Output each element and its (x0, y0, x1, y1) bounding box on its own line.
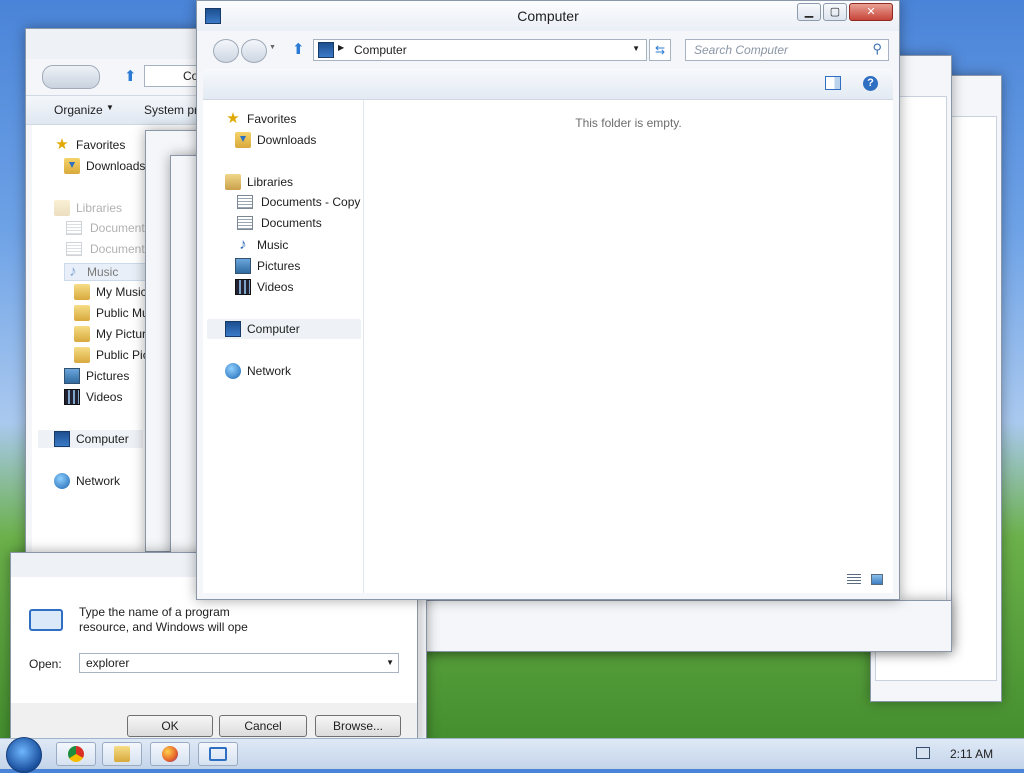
back-up-icon[interactable]: ⬆ (124, 67, 137, 85)
back-nav-public-pictures[interactable]: Public Pic (74, 347, 149, 363)
system-properties-button[interactable]: System pr (144, 103, 198, 117)
folder-icon (74, 305, 90, 321)
run-open-input[interactable]: explorer ▼ (79, 653, 399, 673)
organize-menu[interactable]: Organize (54, 103, 103, 117)
run-description-1: Type the name of a program (79, 605, 230, 619)
maximize-button[interactable]: ▢ (823, 3, 847, 21)
run-icon (29, 609, 63, 631)
computer-window: Computer ▁ ▢ ✕ ▼ ⬆ ▶ Computer ▼ ⇆ Search… (196, 0, 900, 600)
computer-icon (54, 431, 70, 447)
up-icon[interactable]: ⬆ (292, 40, 305, 58)
back-nav-downloads[interactable]: Downloads (64, 158, 145, 174)
ok-button[interactable]: OK (127, 715, 213, 737)
nav-computer[interactable]: Computer (207, 319, 361, 339)
run-icon (209, 747, 227, 761)
downloads-folder-icon (235, 132, 251, 148)
search-input[interactable]: Search Computer ⚲ (685, 39, 889, 61)
organize-chevron-icon: ▼ (106, 103, 114, 112)
pictures-icon (64, 368, 80, 384)
refresh-button[interactable]: ⇆ (649, 39, 671, 61)
videos-icon (64, 389, 80, 405)
history-chevron-icon[interactable]: ▼ (269, 44, 276, 51)
star-icon: ★ (226, 110, 240, 127)
taskbar-run[interactable] (198, 742, 238, 766)
back-nav-computer[interactable]: Computer (38, 430, 143, 448)
preview-pane-icon[interactable] (825, 76, 841, 90)
nav-libraries[interactable]: Libraries (225, 174, 293, 190)
minimize-button[interactable]: ▁ (797, 3, 821, 21)
chrome-icon (68, 746, 84, 762)
star-icon: ★ (55, 136, 69, 153)
nav-favorites[interactable]: ★ Favorites (225, 111, 296, 127)
document-icon (66, 242, 82, 256)
nav-downloads[interactable]: Downloads (235, 132, 316, 148)
music-icon: ♪ (239, 236, 247, 253)
nav-documents-copy[interactable]: Documents - Copy (235, 195, 360, 209)
folder-icon (114, 746, 130, 762)
forward-button[interactable] (241, 39, 267, 63)
document-icon (237, 216, 253, 230)
network-icon (54, 473, 70, 489)
back-nav-my-music[interactable]: My Music (74, 284, 147, 300)
close-button[interactable]: ✕ (849, 3, 893, 21)
back-nav-favorites[interactable]: ★ Favorites (54, 137, 125, 153)
back-nav-public-music[interactable]: Public Mu (74, 305, 149, 321)
nav-documents[interactable]: Documents (235, 216, 322, 230)
computer-icon (225, 321, 241, 337)
address-dropdown-icon[interactable]: ▼ (632, 44, 640, 53)
pictures-icon (235, 258, 251, 274)
back-nav-pictures[interactable]: Pictures (64, 368, 129, 384)
back-nav-buttons[interactable] (42, 65, 100, 89)
address-computer-icon (318, 42, 334, 58)
command-bar (203, 69, 893, 100)
document-icon (66, 221, 82, 235)
firefox-icon (162, 746, 178, 762)
back-nav-videos[interactable]: Videos (64, 389, 122, 405)
taskbar: 2:11 AM (0, 737, 1024, 773)
music-icon: ♪ (69, 263, 77, 280)
back-nav-my-pictures[interactable]: My Pictur (74, 326, 146, 342)
back-button[interactable] (213, 39, 239, 63)
back-nav-network[interactable]: Network (54, 473, 120, 489)
run-description-2: resource, and Windows will ope (79, 620, 248, 634)
dropdown-arrow-icon[interactable]: ▼ (386, 654, 394, 672)
taskbar-explorer[interactable] (102, 742, 142, 766)
breadcrumb-chevron-icon[interactable]: ▶ (338, 43, 344, 52)
downloads-folder-icon (64, 158, 80, 174)
document-icon (237, 195, 253, 209)
nav-pictures[interactable]: Pictures (235, 258, 300, 274)
folder-icon (74, 284, 90, 300)
back-nav-libraries[interactable]: Libraries (54, 200, 122, 216)
nav-network[interactable]: Network (225, 363, 291, 379)
folder-icon (74, 326, 90, 342)
content-area (364, 100, 893, 593)
taskbar-firefox[interactable] (150, 742, 190, 766)
nav-videos[interactable]: Videos (235, 279, 293, 295)
folder-icon (74, 347, 90, 363)
clock[interactable]: 2:11 AM (950, 747, 993, 761)
address-bar[interactable]: ▶ Computer ▼ (313, 39, 647, 61)
empty-folder-message: This folder is empty. (575, 116, 682, 130)
network-icon (225, 363, 241, 379)
large-icons-view-icon[interactable] (871, 574, 883, 585)
help-icon[interactable]: ? (863, 76, 878, 91)
details-view-icon[interactable] (847, 574, 861, 585)
back-nav-documents[interactable]: Documents (64, 242, 151, 256)
window-title: Computer (517, 8, 579, 24)
videos-icon (235, 279, 251, 295)
libraries-icon (225, 174, 241, 190)
nav-music[interactable]: ♪ Music (235, 237, 288, 253)
browse-button[interactable]: Browse... (315, 715, 401, 737)
cancel-button[interactable]: Cancel (219, 715, 307, 737)
back-nav-documents-copy[interactable]: Documents (64, 221, 151, 235)
taskbar-chrome[interactable] (56, 742, 96, 766)
run-open-label: Open: (29, 657, 62, 671)
search-placeholder: Search Computer (694, 43, 789, 57)
libraries-icon (54, 200, 70, 216)
network-tray-icon[interactable] (916, 747, 930, 759)
search-icon[interactable]: ⚲ (872, 41, 882, 57)
address-text[interactable]: Computer (354, 43, 407, 57)
